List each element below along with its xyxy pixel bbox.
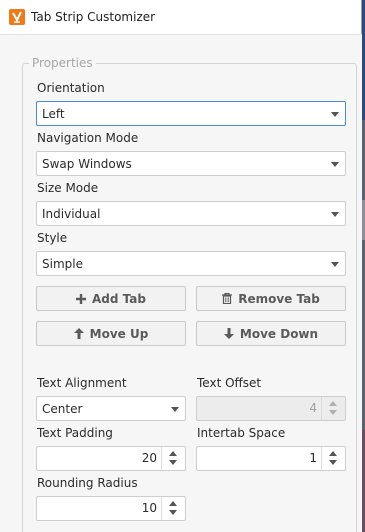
- text-offset-spinner[interactable]: 4: [196, 396, 346, 421]
- chevron-down-icon: [171, 407, 179, 412]
- chevron-down-icon: [331, 212, 339, 217]
- title-bar: Tab Strip Customizer: [0, 0, 361, 34]
- orientation-value: Left: [42, 106, 65, 121]
- style-value: Simple: [42, 256, 83, 271]
- trash-icon: [222, 293, 233, 304]
- arrow-up-icon: [73, 328, 84, 339]
- dialog-content: Properties Orientation Left Navigation M…: [0, 34, 362, 532]
- style-label: Style: [37, 231, 68, 245]
- remove-tab-label: Remove Tab: [238, 291, 320, 306]
- orientation-dropdown[interactable]: Left: [36, 101, 346, 126]
- properties-legend: Properties: [29, 56, 96, 70]
- move-up-button[interactable]: Move Up: [36, 321, 186, 346]
- text-alignment-label: Text Alignment: [37, 376, 127, 390]
- spinner-down-icon[interactable]: [169, 510, 177, 515]
- chevron-down-icon: [331, 162, 339, 167]
- navigation-mode-value: Swap Windows: [42, 156, 132, 171]
- spinner-up-icon[interactable]: [329, 401, 337, 406]
- rounding-radius-value: 10: [141, 501, 157, 515]
- text-alignment-value: Center: [42, 401, 83, 416]
- intertab-space-value: 1: [309, 451, 317, 465]
- rounding-radius-spinner[interactable]: 10: [36, 496, 186, 521]
- text-padding-label: Text Padding: [37, 426, 113, 440]
- add-tab-button[interactable]: Add Tab: [36, 286, 186, 311]
- style-dropdown[interactable]: Simple: [36, 251, 346, 276]
- spinner-up-icon[interactable]: [169, 451, 177, 456]
- window-title: Tab Strip Customizer: [31, 10, 156, 24]
- rounding-radius-label: Rounding Radius: [37, 476, 138, 490]
- add-tab-label: Add Tab: [92, 291, 146, 306]
- text-padding-spinner[interactable]: 20: [36, 446, 186, 471]
- size-mode-label: Size Mode: [37, 181, 99, 195]
- chevron-down-icon: [331, 262, 339, 267]
- text-offset-label: Text Offset: [197, 376, 262, 390]
- size-mode-dropdown[interactable]: Individual: [36, 201, 346, 226]
- intertab-space-spinner[interactable]: 1: [196, 446, 346, 471]
- move-up-label: Move Up: [89, 326, 149, 341]
- move-down-button[interactable]: Move Down: [196, 321, 346, 346]
- size-mode-value: Individual: [42, 206, 101, 221]
- arrow-down-icon: [223, 328, 234, 339]
- intertab-space-label: Intertab Space: [197, 426, 286, 440]
- navigation-mode-dropdown[interactable]: Swap Windows: [36, 151, 346, 176]
- spinner-down-icon[interactable]: [329, 410, 337, 415]
- orientation-label: Orientation: [37, 81, 105, 95]
- plus-icon: [76, 293, 86, 304]
- text-alignment-dropdown[interactable]: Center: [36, 396, 186, 421]
- customizer-app-icon: [9, 9, 25, 25]
- spinner-up-icon[interactable]: [169, 501, 177, 506]
- spinner-up-icon[interactable]: [329, 451, 337, 456]
- remove-tab-button[interactable]: Remove Tab: [196, 286, 346, 311]
- text-offset-value: 4: [309, 401, 317, 415]
- navigation-mode-label: Navigation Mode: [37, 131, 139, 145]
- text-padding-value: 20: [141, 451, 157, 465]
- spinner-down-icon[interactable]: [169, 460, 177, 465]
- tab-strip-customizer-dialog: Tab Strip Customizer Properties Orientat…: [0, 0, 362, 532]
- chevron-down-icon: [331, 112, 339, 117]
- spinner-down-icon[interactable]: [329, 460, 337, 465]
- move-down-label: Move Down: [239, 326, 319, 341]
